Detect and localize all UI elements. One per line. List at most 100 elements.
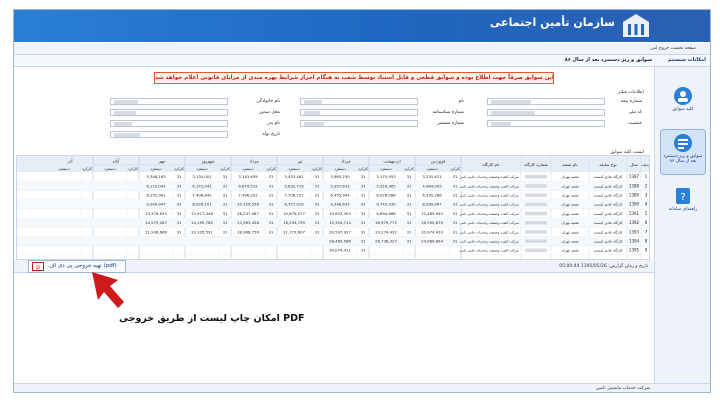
national-code-field[interactable] [487,109,605,116]
row-wage: 6,172,041 [146,183,166,188]
row-wage: 30,074,411 [329,248,351,253]
row-days: 31 [453,239,458,244]
row-days: 31 [223,174,228,179]
row-year: 1391 [629,211,640,216]
row-wage: 26,738,327 [375,239,397,244]
row-workshop: شرکت کشت وصنعت وخدمات جانبی نامی [459,184,519,188]
insurance-no-label: شماره بیمه [620,99,642,104]
row-workshop: شرکت کشت وصنعت وخدمات جانبی نامی [459,212,519,216]
register-no-field[interactable] [300,120,418,127]
records-icon [674,87,692,105]
row-days: 31 [361,193,366,198]
sub-header: کارکرد [404,167,414,171]
sidebar-item-help[interactable]: ? راهنمای سامانه [660,183,706,219]
gender-field[interactable] [487,120,605,127]
father-name-field[interactable] [110,120,228,127]
row-wage: 4,964,005 [422,183,442,188]
first-name-field[interactable] [300,98,418,105]
row-days: 31 [361,220,366,225]
insurance-no-field[interactable] [487,98,605,105]
row-wage: 6,455,944 [330,193,350,198]
row-days: 31 [269,220,274,225]
sub-header: دستمزد [380,167,392,171]
row-days: 31 [453,202,458,207]
report-date: تاریخ و زمان گزارش: 1395/05/26 05:00:44 [559,264,648,269]
row-type: کارگاه عادی کیست [594,239,623,244]
row-branch: شعبه تهران [561,221,578,225]
row-days: 31 [315,183,320,188]
row-wage: 3,453,461 [284,174,304,179]
issue-place-label: محل صدور [259,110,280,115]
month-header: مرداد [249,159,258,164]
row-days: 31 [315,202,320,207]
sub-header: دستمزد [426,167,438,171]
row-wage: 6,172,041 [192,183,212,188]
father-name-label: نام پدر [267,121,280,126]
birth-date-field[interactable] [110,131,228,138]
row-workshop: شرکت کشت وصنعت وخدمات جانبی نامی [459,194,519,198]
row-type: کارگاه عادی کیست [594,229,623,234]
row-days: 31 [223,193,228,198]
row-days: 31 [269,183,274,188]
row-wage: 9,040,947 [146,202,166,207]
sub-header: کارکرد [220,167,230,171]
sidebar-item-label: کلیه سوابق [672,107,694,112]
row-number: 8 [645,239,648,244]
workshop-no-blurred [525,230,547,234]
row-year: 1389 [629,193,640,198]
workshop-no-blurred [525,239,547,243]
sidebar-item-wage-details[interactable]: سوابق و ریز دستمزد بعد از سال ۸۶ [660,129,706,175]
row-branch: شعبه تهران [561,203,578,207]
row-days: 31 [453,229,458,234]
column-header: نام شعبه [562,162,577,167]
row-wage: 3,134,001 [192,174,212,179]
month-header: آبان [113,159,121,164]
column-header: سال [630,162,638,167]
row-type: کارگاه عادی کیست [594,220,623,225]
column-header: شماره کارگاه [524,162,548,167]
column-header: نام کارگاه [482,162,499,167]
user-bar: صفحه نخست خروج امن [14,43,710,55]
row-branch: شعبه تهران [561,175,578,179]
row-days: 31 [453,220,458,225]
row-workshop: شرکت کشت وصنعت وخدمات جانبی نامی [459,221,519,225]
row-wage: 12,917,448 [191,211,213,216]
svg-text:?: ? [680,192,685,203]
app-window: سازمان تأمین اجتماعی صفحه نخست خروج امن … [13,9,711,393]
row-wage: 10,129,558 [237,202,259,207]
row-workshop: شرکت کشت وصنعت وخدمات جانبی نامی [459,203,519,207]
row-wage: 24,080,894 [421,239,443,244]
row-wage: 3,965,230 [330,174,350,179]
row-wage: 5,957,833 [330,183,350,188]
workshop-no-blurred [525,221,547,225]
workshop-no-blurred [525,211,547,216]
row-days: 31 [407,239,412,244]
row-type: کارگاه عادی کیست [594,202,623,207]
row-workshop: شرکت کشت وصنعت وخدمات جانبی نامی [459,175,519,179]
row-number: 5 [645,211,648,216]
sidebar-item-all-records[interactable]: کلیه سوابق [660,83,706,119]
row-type: کارگاه عادی کیست [594,248,623,253]
row-wage: 3,175,953 [376,174,396,179]
row-days: 31 [315,229,320,234]
id-number-field[interactable] [300,109,418,116]
row-wage: 5,632,719 [284,183,304,188]
sub-header: دستمزد [334,167,346,171]
first-name-label: نام [458,99,464,104]
row-wage: 21,936,666 [145,229,167,234]
row-branch: شعبه تهران [561,249,578,253]
row-wage: 6,727,919 [284,202,304,207]
row-days: 31 [407,211,412,216]
gender-label: جنسیت [628,121,642,126]
row-year: 1387 [629,174,640,179]
sub-header: دستمزد [104,167,116,171]
issue-place-field[interactable] [110,109,228,116]
row-days: 31 [361,239,366,244]
row-number: 2 [645,183,648,188]
row-days: 31 [223,220,228,225]
pdf-icon: p [32,262,44,271]
last-name-field[interactable] [110,98,228,105]
user-links[interactable]: صفحه نخست خروج امن [650,46,696,51]
row-days: 31 [361,211,366,216]
row-days: 31 [315,174,320,179]
